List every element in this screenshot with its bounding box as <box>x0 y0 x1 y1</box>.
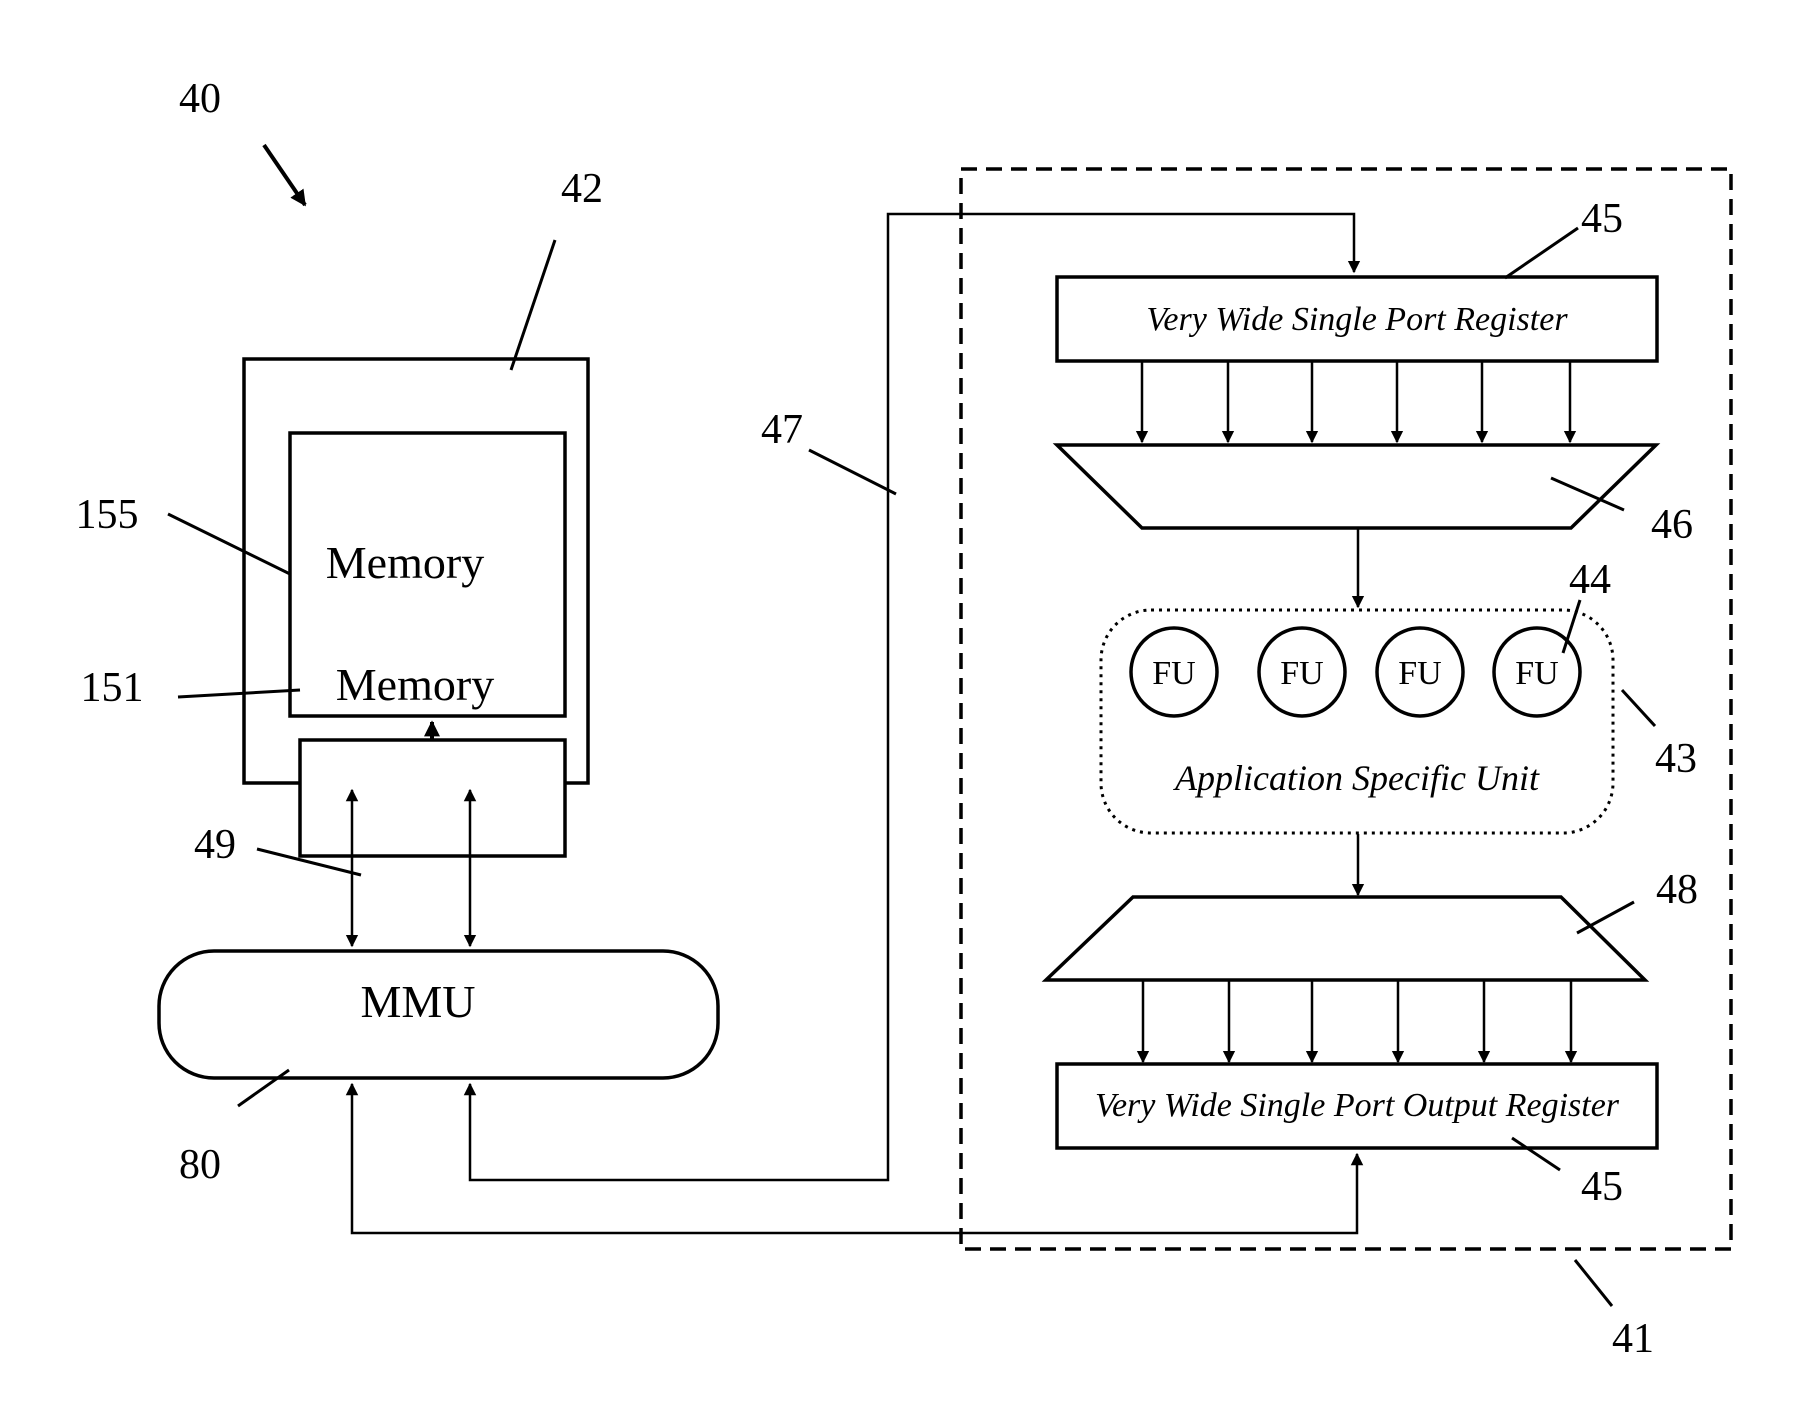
ref-numeral-42: 42 <box>561 166 603 212</box>
leader-line-42 <box>509 239 557 371</box>
output-register-label: Very Wide Single Port Output Register <box>1095 1087 1620 1124</box>
functional-unit-label: FU <box>1398 655 1441 692</box>
input-register-label: Very Wide Single Port Register <box>1146 301 1568 338</box>
ref-numeral-47: 47 <box>761 407 803 453</box>
functional-unit-label: FU <box>1152 655 1195 692</box>
leader-line-43 <box>1620 688 1657 728</box>
ref-numeral-46: 46 <box>1651 502 1693 548</box>
ref-numeral-44: 44 <box>1569 557 1611 603</box>
leader-line-48 <box>1576 900 1635 935</box>
functional-unit-label: FU <box>1280 655 1323 692</box>
input-mux-trapezoid <box>1052 443 1661 530</box>
ref-numeral-40: 40 <box>179 76 221 122</box>
functional-units: FU FU FU FU <box>1129 626 1582 718</box>
patent-figure: 40 42 Memory 155 Memory 151 49 MMU 80 47… <box>0 0 1813 1410</box>
memory-large-label: Memory <box>326 537 484 588</box>
ref-numeral-45-bottom: 45 <box>1581 1164 1623 1210</box>
ref-numeral-49: 49 <box>194 822 236 868</box>
ref-numeral-43: 43 <box>1655 736 1697 782</box>
diagram-canvas: 40 42 Memory 155 Memory 151 49 MMU 80 47… <box>76 76 1733 1362</box>
asu-label: Application Specific Unit <box>1173 758 1540 798</box>
system-pointer-arrow <box>262 143 307 207</box>
ref-numeral-41: 41 <box>1612 1316 1654 1362</box>
ref-numeral-151: 151 <box>81 665 144 711</box>
ref-numeral-80: 80 <box>179 1142 221 1188</box>
ref-numeral-48: 48 <box>1656 867 1698 913</box>
leader-line-47 <box>808 448 897 496</box>
mmu-label: MMU <box>360 976 475 1027</box>
leader-line-41 <box>1573 1259 1614 1307</box>
leader-line-45-top <box>1504 226 1579 280</box>
ref-numeral-155: 155 <box>76 492 139 538</box>
ref-numeral-45-top: 45 <box>1581 196 1623 242</box>
output-bus-arrows <box>1136 981 1578 1064</box>
memory-small-box <box>298 738 567 858</box>
input-bus-arrows <box>1135 362 1577 444</box>
output-mux-trapezoid <box>1041 895 1650 982</box>
functional-unit-label: FU <box>1515 655 1558 692</box>
memory-small-label: Memory <box>336 659 494 710</box>
